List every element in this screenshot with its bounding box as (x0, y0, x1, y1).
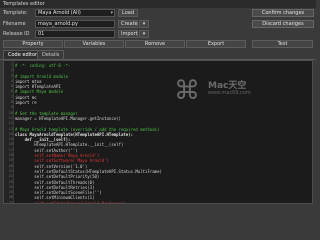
create-dropdown[interactable]: ▾ (139, 20, 149, 28)
template-select[interactable]: Maya Arnold (All) ▾ (35, 9, 115, 17)
code-text: # import Maya module (15, 89, 64, 95)
code-text: self.setMinimumClients(1) (15, 195, 95, 201)
window-title: Templates editor (3, 1, 45, 7)
template-select-value: Maya Arnold (All) (38, 10, 81, 16)
create-button[interactable]: Create (118, 20, 138, 28)
toolbar: Property Variables Remove Export Test (0, 40, 316, 49)
variables-button[interactable]: Variables (64, 40, 124, 48)
code-text: self.setSoftware('Maya Arnold') (15, 158, 109, 164)
code-text: # Get the template manager (15, 110, 78, 116)
code-editor[interactable]: 1 # -*- coding: utf-8 -*- 2 3 # import Arnol… (3, 60, 313, 204)
discard-changes-button[interactable]: Discard changes (252, 20, 314, 28)
watermark-url: www.mac69.com (208, 90, 251, 96)
code-text: self.setName('Maya Arnold') (15, 153, 100, 159)
code-text: # Maya Arnold template (override / add t… (15, 126, 160, 132)
template-label: Template: (3, 10, 28, 16)
confirm-changes-button[interactable]: Confirm changes (252, 9, 314, 17)
code-text: # -*- coding: utf-8 -*- (15, 63, 71, 68)
export-button[interactable]: Export (186, 40, 246, 48)
release-id-label: Release ID (3, 31, 30, 37)
code-text: self.setVersion('1.0') (15, 163, 88, 169)
import-button[interactable]: Import (118, 30, 138, 38)
code-text: self.setDefaultRetries(3) (15, 184, 95, 190)
window-title-bar: Templates editor (0, 0, 316, 8)
code-text: self.setDefaultThreads(0) (15, 179, 95, 185)
code-text: self.setDefaultSceneFile('') (15, 190, 102, 196)
template-row: Template: Maya Arnold (All) ▾ Load Confi… (0, 8, 316, 19)
chevron-down-icon: ▾ (110, 10, 113, 16)
code-text: self.setAuthor('') (15, 147, 78, 153)
code-area[interactable]: 1 # -*- coding: utf-8 -*- 2 3 # import Arnol… (9, 63, 310, 204)
code-line: 27 self.setEditorGroup('Arnold Renderer'… (9, 200, 310, 204)
code-text: # import Arnold module (15, 73, 68, 79)
code-text: self.setEditorGroup('Arnold Renderer') (15, 200, 126, 204)
code-text: HTemplateAPI.HTemplate.__init__(self) (15, 142, 124, 148)
code-text: def __init__(self): (15, 137, 71, 143)
code-text: import HTemplateAPI (15, 84, 61, 90)
filename-field[interactable]: maya_arnold.py (35, 20, 115, 28)
remove-button[interactable]: Remove (125, 40, 185, 48)
filename-label: Filename (3, 21, 26, 27)
code-text: class MayaArnoldTemplate(HTemplateAPI.HT… (15, 131, 134, 137)
line-number: 27 (8, 200, 13, 204)
property-button[interactable]: Property (3, 40, 63, 48)
code-text: self.setDefaultPriority(50) (15, 174, 100, 180)
release-id-field[interactable]: 01 (35, 30, 115, 38)
test-button[interactable]: Test (252, 40, 313, 48)
tab-details[interactable]: Details (37, 50, 65, 59)
code-text: import mtoa (15, 78, 42, 84)
import-dropdown[interactable]: ▾ (139, 30, 149, 38)
release-row: Release ID 01 Import ▾ (0, 29, 316, 40)
code-text: import re (15, 100, 37, 106)
code-text: import mc (15, 94, 37, 100)
code-text: self.setDefaultStatus(HTemplateAPI.Statu… (15, 168, 162, 174)
code-text: manager = HTemplateAPI.Manager.getInstan… (15, 115, 121, 121)
load-button[interactable]: Load (118, 9, 138, 17)
watermark-logo-icon: ⌘ (174, 76, 200, 106)
tab-bar: Code editor Details (0, 50, 316, 60)
